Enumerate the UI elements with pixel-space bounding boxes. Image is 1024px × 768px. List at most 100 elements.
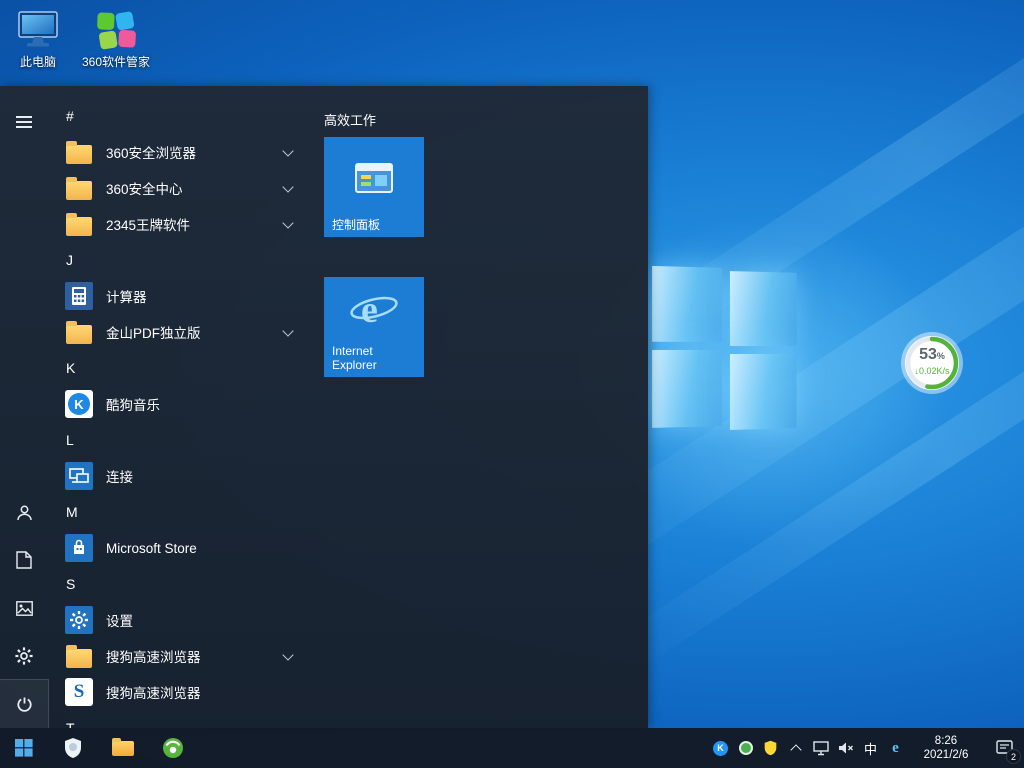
app-list-item-connect[interactable]: 连接 xyxy=(48,458,324,494)
tray-ime-indicator[interactable]: 中 xyxy=(858,728,883,768)
app-list-header[interactable]: J xyxy=(48,242,324,278)
petal-green xyxy=(97,12,115,30)
tray-network-icon[interactable] xyxy=(808,728,833,768)
notification-badge: 2 xyxy=(1006,749,1021,764)
pictures-icon xyxy=(16,601,33,616)
windows-logo-pane xyxy=(730,354,797,430)
app-list-header[interactable]: # xyxy=(48,98,324,134)
windows-logo xyxy=(652,266,800,436)
app-list-header[interactable]: M xyxy=(48,494,324,530)
taskbar: K 中 e 8:26 2021/2/6 xyxy=(0,728,1024,768)
folder-icon xyxy=(112,741,134,756)
chevron-down-icon[interactable] xyxy=(282,181,293,192)
desktop-icon-this-pc[interactable]: 此电脑 xyxy=(8,8,68,69)
folder-icon xyxy=(64,173,94,203)
memory-percent: 53% xyxy=(899,347,965,364)
document-icon xyxy=(16,551,32,569)
taskbar-app-file-explorer[interactable] xyxy=(98,728,148,768)
tile-internet-explorer[interactable]: e Internet Explorer xyxy=(324,277,424,377)
app-list-header[interactable]: L xyxy=(48,422,324,458)
start-menu-rail xyxy=(0,86,48,728)
kugou-icon: K xyxy=(64,389,94,419)
app-list-item-microsoft-store[interactable]: Microsoft Store xyxy=(48,530,324,566)
power-button[interactable] xyxy=(0,680,48,728)
system-tray: K 中 e xyxy=(708,728,908,768)
windows-logo-pane xyxy=(730,271,797,346)
desktop-icon-label: 360软件管家 xyxy=(82,56,150,69)
tray-360-icon[interactable] xyxy=(733,728,758,768)
app-list-header[interactable]: T xyxy=(48,710,324,728)
folder-icon xyxy=(64,317,94,347)
windows-logo-pane xyxy=(652,266,722,342)
start-menu-tiles: 高效工作 控制面板 e I xyxy=(324,86,648,728)
360-software-manager-icon xyxy=(97,8,135,52)
folder-icon xyxy=(64,137,94,167)
folder-icon xyxy=(64,641,94,671)
gear-icon xyxy=(15,647,33,665)
tray-shield-icon[interactable] xyxy=(758,728,783,768)
power-icon xyxy=(16,696,33,713)
petal-lime xyxy=(98,30,117,49)
desktop-icon-360-software-manager[interactable]: 360软件管家 xyxy=(76,8,156,69)
chevron-down-icon[interactable] xyxy=(282,217,293,228)
start-menu: # 360安全浏览器 360安全中心 2345王牌软件 J xyxy=(0,86,648,728)
internet-explorer-icon: e xyxy=(324,285,424,333)
taskbar-app-360-speed-browser[interactable] xyxy=(148,728,198,768)
tray-hidden-icons-chevron[interactable] xyxy=(783,728,808,768)
settings-app-icon xyxy=(64,605,94,635)
app-list-item-settings[interactable]: 设置 xyxy=(48,602,324,638)
hamburger-icon xyxy=(16,113,32,131)
settings-button[interactable] xyxy=(0,632,48,680)
windows-logo-pane xyxy=(652,350,722,428)
start-button[interactable] xyxy=(0,728,48,768)
tile-label: Internet Explorer xyxy=(332,344,416,372)
network-speed: ↓0.02K/s xyxy=(899,366,965,376)
green-browser-icon xyxy=(162,737,184,759)
petal-blue xyxy=(115,11,135,31)
tile-group-title[interactable]: 高效工作 xyxy=(324,110,376,129)
store-icon xyxy=(64,533,94,563)
tile-label: 控制面板 xyxy=(332,218,380,232)
windows-start-icon xyxy=(15,739,33,757)
desktop-icon-label: 此电脑 xyxy=(20,56,56,69)
app-list-item-2345[interactable]: 2345王牌软件 xyxy=(48,206,324,242)
shield-icon xyxy=(63,737,83,759)
speed-ball-widget[interactable]: 53% ↓0.02K/s xyxy=(899,330,965,396)
this-pc-icon xyxy=(15,8,61,52)
documents-button[interactable] xyxy=(0,536,48,584)
app-list-item-360-browser[interactable]: 360安全浏览器 xyxy=(48,134,324,170)
tray-internet-explorer-icon[interactable]: e xyxy=(883,728,908,768)
control-panel-icon xyxy=(324,163,424,193)
desktop-screen: 此电脑 360软件管家 53% ↓0.02K/s xyxy=(0,0,1024,768)
app-list-header[interactable]: S xyxy=(48,566,324,602)
petal-pink xyxy=(118,30,136,48)
clock-time: 8:26 xyxy=(935,734,957,748)
app-list-item-calculator[interactable]: 计算器 xyxy=(48,278,324,314)
user-icon xyxy=(16,504,33,521)
app-list-item-kugou[interactable]: K 酷狗音乐 xyxy=(48,386,324,422)
svg-text:e: e xyxy=(361,289,378,331)
sogou-icon: S xyxy=(64,677,94,707)
chevron-down-icon[interactable] xyxy=(282,325,293,336)
start-menu-app-list: # 360安全浏览器 360安全中心 2345王牌软件 J xyxy=(48,86,324,728)
taskbar-app-360-safety[interactable] xyxy=(48,728,98,768)
app-list-item-sogou-browser[interactable]: S 搜狗高速浏览器 xyxy=(48,674,324,710)
tray-volume-muted-icon[interactable] xyxy=(833,728,858,768)
tray-kugou-icon[interactable]: K xyxy=(708,728,733,768)
user-account-button[interactable] xyxy=(0,488,48,536)
taskbar-clock[interactable]: 8:26 2021/2/6 xyxy=(908,728,984,768)
app-list-item-sogou-folder[interactable]: 搜狗高速浏览器 xyxy=(48,638,324,674)
connect-icon xyxy=(64,461,94,491)
chevron-down-icon[interactable] xyxy=(282,145,293,156)
app-list-item-kingsoft-pdf[interactable]: 金山PDF独立版 xyxy=(48,314,324,350)
calculator-icon xyxy=(64,281,94,311)
tile-control-panel[interactable]: 控制面板 xyxy=(324,137,424,237)
clock-date: 2021/2/6 xyxy=(924,748,969,762)
folder-icon xyxy=(64,209,94,239)
app-list-header[interactable]: K xyxy=(48,350,324,386)
action-center-button[interactable]: 2 xyxy=(984,728,1024,768)
chevron-down-icon[interactable] xyxy=(282,649,293,660)
app-list-item-360-center[interactable]: 360安全中心 xyxy=(48,170,324,206)
pictures-button[interactable] xyxy=(0,584,48,632)
expand-menu-button[interactable] xyxy=(0,98,48,146)
